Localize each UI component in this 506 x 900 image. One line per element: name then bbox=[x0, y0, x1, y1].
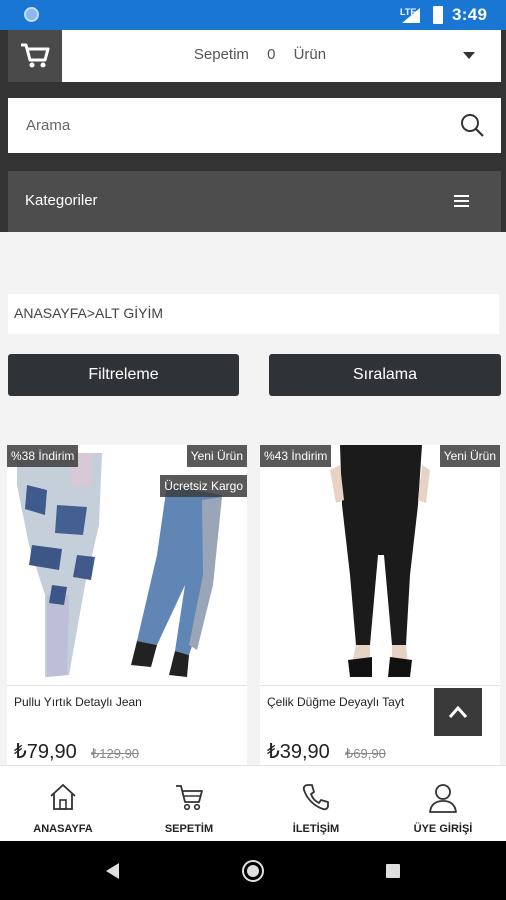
divider bbox=[7, 685, 247, 686]
search-icon[interactable] bbox=[459, 112, 485, 138]
product-name[interactable]: Pullu Yırtık Detaylı Jean bbox=[14, 695, 142, 709]
clock: 3:49 bbox=[452, 5, 488, 24]
nav-home[interactable]: ANASAYFA bbox=[0, 766, 126, 842]
search-input[interactable] bbox=[8, 98, 448, 153]
divider bbox=[260, 685, 500, 686]
scroll-to-top-button[interactable] bbox=[434, 688, 482, 736]
network-type: LTE bbox=[400, 7, 417, 17]
home-circle-icon[interactable] bbox=[242, 860, 264, 882]
status-bar: LTE 3:49 bbox=[0, 0, 506, 30]
cart-icon bbox=[176, 785, 203, 811]
recent-apps-icon[interactable] bbox=[386, 864, 400, 878]
nav-login-label: ÜYE GİRİŞİ bbox=[413, 823, 473, 835]
leggings-image bbox=[260, 445, 500, 685]
cart-label: Sepetim bbox=[193, 46, 249, 63]
search-box bbox=[8, 98, 501, 153]
product-old-price: ₺129,90 bbox=[91, 746, 140, 761]
cart-count: 0 bbox=[267, 46, 276, 63]
new-badge: Yeni Ürün bbox=[186, 445, 247, 467]
hamburger-icon bbox=[454, 195, 469, 210]
nav-home-label: ANASAYFA bbox=[33, 823, 93, 835]
nav-cart[interactable]: SEPETİM bbox=[126, 766, 252, 842]
categories-label: Kategoriler bbox=[25, 192, 98, 209]
chevron-down-icon bbox=[463, 52, 475, 59]
free-shipping-badge: Ücretsiz Kargo bbox=[160, 475, 247, 497]
product-card[interactable]: %38 İndirim Yeni Ürün Ücretsiz Kargo Pul… bbox=[7, 445, 247, 775]
product-price: ₺79,90 bbox=[14, 741, 77, 763]
phone-icon bbox=[302, 784, 329, 811]
back-icon[interactable] bbox=[106, 863, 119, 879]
chevron-up-icon bbox=[448, 705, 468, 718]
nav-contact-label: İLETİŞİM bbox=[292, 823, 340, 835]
product-old-price: ₺69,90 bbox=[345, 746, 386, 761]
system-navigation-bar bbox=[0, 841, 506, 900]
cart-icon bbox=[21, 43, 50, 68]
nav-contact[interactable]: İLETİŞİM bbox=[253, 766, 379, 842]
bottom-navigation: ANASAYFA SEPETİM İLETİŞİM ÜYE GİRİŞİ bbox=[0, 765, 506, 841]
nav-cart-label: SEPETİM bbox=[164, 823, 214, 835]
home-icon bbox=[50, 783, 76, 810]
nav-login[interactable]: ÜYE GİRİŞİ bbox=[380, 766, 506, 842]
cart-button[interactable] bbox=[8, 30, 62, 82]
breadcrumb[interactable]: ANASAYFA>ALT GİYİM bbox=[8, 294, 499, 334]
notification-icon bbox=[24, 7, 39, 22]
battery-icon bbox=[433, 6, 443, 24]
cart-unit: Ürün bbox=[293, 46, 327, 63]
filter-button[interactable]: Filtreleme bbox=[8, 354, 239, 396]
user-icon bbox=[429, 784, 457, 813]
discount-badge: %43 İndirim bbox=[260, 445, 332, 467]
categories-menu[interactable]: Kategoriler bbox=[8, 171, 501, 232]
sort-button[interactable]: Sıralama bbox=[269, 354, 501, 396]
new-badge: Yeni Ürün bbox=[439, 445, 500, 467]
discount-badge: %38 İndirim bbox=[7, 445, 79, 467]
product-name[interactable]: Çelik Düğme Deyaylı Tayt bbox=[267, 695, 404, 709]
product-price: ₺39,90 bbox=[267, 741, 330, 763]
product-image[interactable] bbox=[260, 445, 500, 685]
cart-summary-dropdown[interactable]: Sepetim 0 Ürün bbox=[62, 30, 501, 82]
